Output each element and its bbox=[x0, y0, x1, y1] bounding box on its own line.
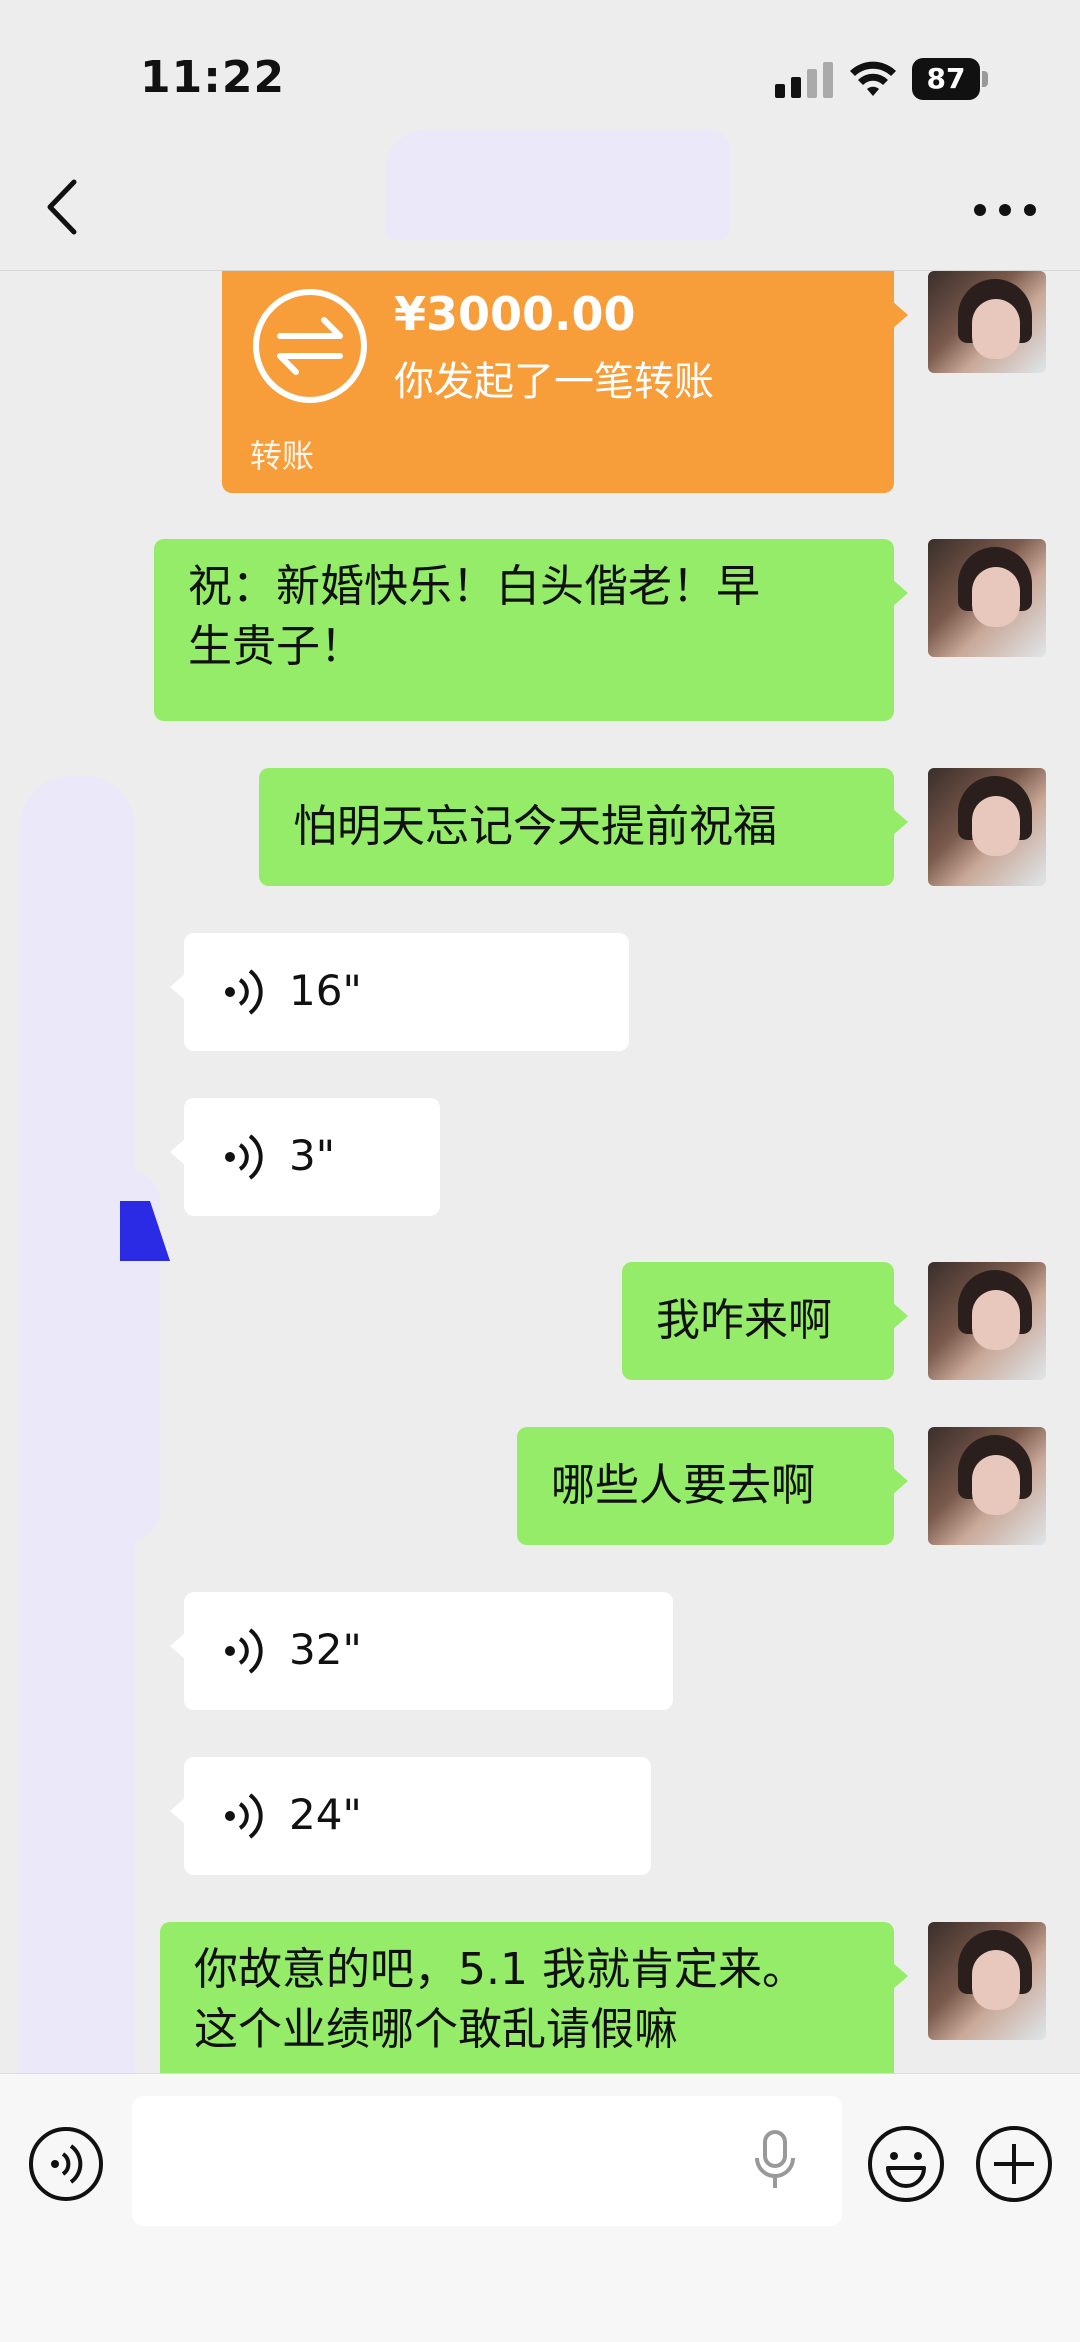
voice-duration: 24" bbox=[289, 1790, 362, 1839]
avatar[interactable] bbox=[928, 1922, 1046, 2040]
more-dots-icon[interactable] bbox=[960, 180, 1050, 240]
voice-wave-icon bbox=[225, 969, 263, 1015]
message-text-line: 祝：新婚快乐！白头偕老！早 bbox=[188, 561, 760, 612]
voice-wave-icon bbox=[225, 1628, 263, 1674]
avatar-face bbox=[972, 299, 1020, 359]
received-voice-message[interactable]: 32" bbox=[170, 1592, 673, 1710]
received-voice-message[interactable]: 3" bbox=[170, 1098, 440, 1216]
avatar-face bbox=[972, 1455, 1020, 1515]
battery-cap bbox=[982, 71, 988, 87]
avatar-face bbox=[972, 1950, 1020, 2010]
sent-text-message[interactable]: 怕明天忘记今天提前祝福 bbox=[259, 768, 908, 886]
sent-text-message[interactable]: 你故意的吧，5.1 我就肯定来。 这个业绩哪个敢乱请假嘛 bbox=[160, 1922, 908, 2073]
sent-text-message[interactable]: 祝：新婚快乐！白头偕老！早 生贵子！ bbox=[154, 539, 908, 721]
voice-wave-icon bbox=[225, 1134, 263, 1180]
bubble-tail bbox=[170, 1138, 186, 1166]
battery-indicator: 87 bbox=[912, 58, 990, 100]
transfer-message[interactable]: ¥3000.00 你发起了一笔转账 转账 bbox=[222, 271, 908, 493]
emoji-icon[interactable] bbox=[866, 2124, 946, 2204]
status-bar: 11:22 87 bbox=[0, 0, 1080, 150]
wifi-icon bbox=[850, 61, 896, 96]
avatar[interactable] bbox=[928, 271, 1046, 373]
transfer-description: 你发起了一笔转账 bbox=[394, 359, 714, 405]
message-list[interactable]: ¥3000.00 你发起了一笔转账 转账 祝：新婚快乐！白头偕老！早 生贵子！ … bbox=[0, 271, 1080, 2073]
input-bar bbox=[0, 2073, 1080, 2342]
transfer-amount: ¥3000.00 bbox=[394, 287, 636, 341]
bubble-tail bbox=[170, 1632, 186, 1660]
message-text-line: 这个业绩哪个敢乱请假嘛 bbox=[194, 2004, 678, 2055]
sent-text-message[interactable]: 我咋来啊 bbox=[622, 1262, 908, 1380]
avatar[interactable] bbox=[928, 1262, 1046, 1380]
transfer-arrows-icon bbox=[253, 289, 367, 403]
transfer-label: 转账 bbox=[250, 437, 315, 475]
redaction-mark bbox=[120, 1201, 170, 1261]
voice-wave-icon bbox=[225, 1793, 263, 1839]
message-text: 怕明天忘记今天提前祝福 bbox=[293, 801, 777, 852]
microphone-icon[interactable] bbox=[752, 2128, 798, 2192]
message-text-line: 生贵子！ bbox=[188, 621, 364, 672]
redacted-chat-title bbox=[385, 130, 730, 240]
avatar-face bbox=[972, 796, 1020, 856]
voice-mode-icon[interactable] bbox=[28, 2126, 104, 2202]
voice-duration: 16" bbox=[289, 966, 362, 1015]
received-voice-message[interactable]: 16" bbox=[170, 933, 629, 1051]
avatar[interactable] bbox=[928, 768, 1046, 886]
bubble-tail bbox=[170, 1797, 186, 1825]
message-input[interactable] bbox=[132, 2096, 842, 2226]
bubble-tail bbox=[892, 1302, 908, 1330]
plus-icon[interactable] bbox=[974, 2124, 1054, 2204]
bubble-tail bbox=[892, 301, 908, 329]
bubble-tail bbox=[892, 1467, 908, 1495]
avatar-face bbox=[972, 567, 1020, 627]
status-time: 11:22 bbox=[140, 52, 286, 103]
message-text: 哪些人要去啊 bbox=[551, 1460, 815, 1511]
sent-text-message[interactable]: 哪些人要去啊 bbox=[517, 1427, 908, 1545]
received-voice-message[interactable]: 24" bbox=[170, 1757, 651, 1875]
avatar[interactable] bbox=[928, 1427, 1046, 1545]
message-text: 我咋来啊 bbox=[656, 1295, 832, 1346]
bubble-tail bbox=[892, 1962, 908, 1990]
voice-duration: 32" bbox=[289, 1625, 362, 1674]
chevron-left-icon[interactable] bbox=[30, 172, 100, 242]
bubble-tail bbox=[170, 973, 186, 1001]
bubble-tail bbox=[892, 808, 908, 836]
voice-duration: 3" bbox=[289, 1131, 336, 1180]
bubble-tail bbox=[892, 579, 908, 607]
cellular-signal-icon bbox=[775, 62, 833, 98]
avatar[interactable] bbox=[928, 539, 1046, 657]
message-text-line: 你故意的吧，5.1 我就肯定来。 bbox=[194, 1944, 806, 1995]
battery-level: 87 bbox=[912, 58, 980, 100]
avatar-face bbox=[972, 1290, 1020, 1350]
